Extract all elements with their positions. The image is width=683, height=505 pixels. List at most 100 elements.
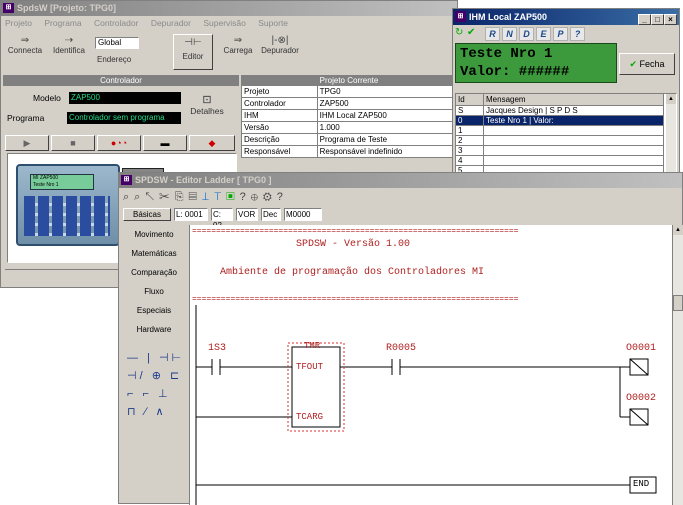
category-especiais[interactable]: Especiais bbox=[123, 301, 185, 320]
ladder-statusbar: Básicas L: 0001 C: 02 VOR Dec M0000 bbox=[123, 208, 322, 230]
project-table: Projeto TPG0 Controlador ZAP500 IHM IHM Local… bbox=[241, 86, 457, 158]
replace-icon[interactable]: ⌕ bbox=[134, 191, 145, 203]
chip-button[interactable]: ▬ bbox=[143, 135, 187, 151]
minimize-icon[interactable]: _ bbox=[638, 14, 651, 25]
editor-button[interactable]: ⊣⊢ Editor bbox=[173, 34, 213, 70]
ihm-tool-p-button[interactable]: P bbox=[553, 27, 568, 41]
ladder-scroll-thumb[interactable] bbox=[673, 295, 683, 311]
category-fluxo[interactable]: Fluxo bbox=[123, 282, 185, 301]
record-button[interactable]: ●◔◔ bbox=[97, 135, 141, 151]
project-row-key: Controlador bbox=[242, 98, 318, 110]
project-row-key: IHM bbox=[242, 110, 318, 122]
message-row-id: 4 bbox=[456, 156, 484, 166]
status-dec: Dec bbox=[261, 208, 281, 221]
spdsw-title: SpdsW [Projeto: TPG0] bbox=[17, 3, 116, 13]
stop-button[interactable]: ■ bbox=[51, 135, 95, 151]
tfout-label: TFOUT bbox=[296, 362, 324, 372]
close-button[interactable]: ✔ Fecha bbox=[619, 53, 675, 75]
details-button[interactable]: ⊡ Detalhes bbox=[185, 93, 229, 116]
maximize-icon[interactable]: □ bbox=[651, 14, 664, 25]
zoom-icon[interactable]: ⊕ bbox=[251, 191, 263, 203]
coil-icon[interactable]: ⊤ bbox=[214, 191, 226, 203]
menu-suporte[interactable]: Suporte bbox=[258, 18, 288, 28]
identify-button[interactable]: ⇢ Identifica bbox=[47, 35, 91, 55]
category-list: Movimento Matemáticas Comparação Fluxo Espec… bbox=[123, 225, 185, 339]
find-icon[interactable]: ⌕ bbox=[123, 191, 134, 203]
message-row[interactable]: S Jacques Design | S P D S bbox=[456, 106, 676, 116]
end-label: END bbox=[633, 479, 650, 489]
message-row-id: 1 bbox=[456, 126, 484, 136]
coil2-label: O0002 bbox=[626, 393, 657, 404]
ihm-tool-r-button[interactable]: R bbox=[485, 27, 500, 41]
contact1-label: 1S3 bbox=[208, 343, 227, 354]
device-screen-line2: Teste Nro 1 bbox=[33, 182, 59, 188]
category-comparacao[interactable]: Comparação bbox=[123, 263, 185, 282]
category-palette: Movimento Matemáticas Comparação Fluxo Espec… bbox=[123, 225, 185, 505]
paste-icon[interactable]: ▤ bbox=[189, 191, 202, 203]
ladder-scroll-up-icon[interactable]: ▲ bbox=[673, 225, 683, 235]
tab-basicas[interactable]: Básicas bbox=[123, 208, 171, 221]
ihm-titlebar[interactable]: ⊞ IHM Local ZAP500 _ □ × bbox=[453, 9, 679, 25]
tools-icon[interactable]: ⚙ bbox=[263, 191, 277, 203]
contact2-label: R0005 bbox=[386, 343, 417, 354]
check-icon[interactable]: ✔ bbox=[467, 27, 475, 38]
palette-row1[interactable]: — | ⊣⊢ bbox=[127, 349, 184, 367]
menu-depurador[interactable]: Depurador bbox=[151, 18, 191, 28]
palette-row3[interactable]: ⌐ ⌐ ⊥ bbox=[127, 385, 184, 403]
category-matematicas[interactable]: Matemáticas bbox=[123, 244, 185, 263]
category-movimento[interactable]: Movimento bbox=[123, 225, 185, 244]
message-row-text bbox=[484, 156, 664, 166]
message-row-text: Jacques Design | S P D S bbox=[484, 106, 664, 116]
cut-icon[interactable]: ✂ bbox=[159, 191, 175, 203]
ladder-toolbar: ⌕⌕↖✂⎘▤⊥⊤▣?⊕⚙? bbox=[123, 191, 288, 204]
header-message: Mensagem bbox=[484, 94, 664, 106]
menu-projeto[interactable]: Projeto bbox=[5, 18, 32, 28]
monitor-icon[interactable]: ▣ bbox=[226, 191, 239, 203]
scroll-up-icon[interactable]: ▲ bbox=[666, 94, 676, 104]
ihm-toolbar: ↻ ✔ R N D E P? bbox=[455, 27, 675, 41]
chip-icon: ▬ bbox=[160, 138, 170, 148]
device-screen: MI ZAP500 Teste Nro 1 bbox=[30, 174, 94, 190]
debugger-label: Depurador bbox=[261, 46, 299, 55]
direction-button[interactable]: ◆ bbox=[189, 135, 235, 151]
connect-button[interactable]: ⇒ Connecta bbox=[5, 35, 45, 55]
message-row-text bbox=[484, 136, 664, 146]
close-icon[interactable]: × bbox=[664, 14, 677, 25]
ladder-scrollbar[interactable]: ▲ bbox=[672, 225, 683, 505]
address-field[interactable]: Global bbox=[95, 37, 139, 49]
message-row[interactable]: 0 Teste Nro 1 | Valor: bbox=[456, 116, 676, 126]
ihm-tool-n-button[interactable]: N bbox=[502, 27, 517, 41]
message-row[interactable]: 3 bbox=[456, 146, 676, 156]
project-row: IHM IHM Local ZAP500 bbox=[242, 110, 457, 122]
select-icon[interactable]: ↖ bbox=[145, 191, 159, 203]
message-row[interactable]: 1 bbox=[456, 126, 676, 136]
help2-icon[interactable]: ? bbox=[277, 191, 288, 203]
palette-row2[interactable]: ⊣/ ⊕ ⊏ bbox=[127, 367, 184, 385]
debugger-button[interactable]: |-⊗| Depurador bbox=[253, 35, 307, 55]
arrow-icon: ◆ bbox=[208, 138, 216, 148]
message-row[interactable]: 2 bbox=[456, 136, 676, 146]
project-row: Controlador ZAP500 bbox=[242, 98, 457, 110]
menu-supervisao[interactable]: Supervisão bbox=[203, 18, 246, 28]
connect-icon: ⇒ bbox=[20, 35, 30, 46]
ihm-tool-e-button[interactable]: E bbox=[536, 27, 551, 41]
play-button[interactable]: ▶ bbox=[5, 135, 49, 151]
spdsw-titlebar[interactable]: ⊞ SpdsW [Projeto: TPG0] bbox=[1, 1, 457, 16]
ihm-tool-help-button[interactable]: ? bbox=[570, 27, 585, 41]
refresh-icon[interactable]: ↻ bbox=[455, 27, 463, 38]
menu-controlador[interactable]: Controlador bbox=[94, 18, 138, 28]
copy-icon[interactable]: ⎘ bbox=[175, 191, 189, 203]
ladder-canvas[interactable]: ========================================… bbox=[189, 225, 673, 505]
project-row-key: Responsável bbox=[242, 146, 318, 158]
contact-icon[interactable]: ⊥ bbox=[202, 191, 214, 203]
menu-programa[interactable]: Programa bbox=[44, 18, 81, 28]
identify-label: Identifica bbox=[52, 46, 86, 55]
message-row[interactable]: 4 bbox=[456, 156, 676, 166]
palette-row4[interactable]: ⊓ ∕ ∧ bbox=[127, 403, 184, 421]
category-hardware[interactable]: Hardware bbox=[123, 320, 185, 339]
ihm-tool-d-button[interactable]: D bbox=[519, 27, 534, 41]
help-icon[interactable]: ? bbox=[240, 191, 251, 203]
project-row-key: Descrição bbox=[242, 134, 318, 146]
load-button[interactable]: ⇒ Carrega bbox=[223, 35, 253, 55]
ladder-titlebar[interactable]: ⊞ SPDSW - Editor Ladder [ TPG0 ] bbox=[119, 173, 682, 188]
